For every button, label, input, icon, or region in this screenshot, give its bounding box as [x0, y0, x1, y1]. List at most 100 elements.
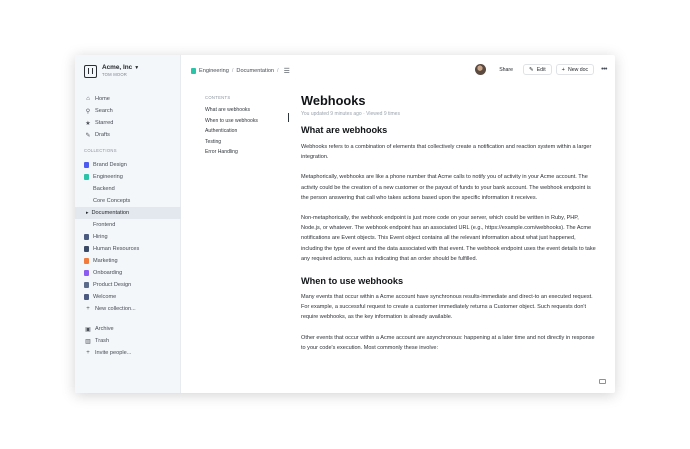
breadcrumb-document[interactable]: Documentation	[236, 68, 274, 74]
keyboard-icon[interactable]	[599, 379, 606, 384]
app-window: Acme, Inc ▼ TOM MOOR ⌂ Home ⚲ Search ★ Starred…	[75, 55, 615, 393]
heading-what-are-webhooks[interactable]: What are webhooks	[301, 124, 597, 136]
trash-icon: ▥	[85, 338, 91, 345]
toc-item-when-to-use-webhooks[interactable]: When to use webhooks	[205, 116, 287, 127]
sidebar-item-label: Backend	[93, 186, 115, 192]
breadcrumb: Engineering / Documentation / ☰	[191, 67, 290, 75]
top-bar: Engineering / Documentation / ☰ Share ✎ E…	[181, 55, 615, 89]
toc-item-testing[interactable]: Testing	[205, 137, 287, 148]
sidebar-item-documentation[interactable]: ▸ Documentation	[75, 207, 181, 219]
sidebar-item-product-design[interactable]: Product Design	[75, 279, 181, 291]
collections-nav: Brand Design Engineering Backend Core Conce…	[75, 159, 181, 315]
avatar[interactable]	[475, 64, 487, 75]
sidebar-item-core-concepts[interactable]: Core Concepts	[75, 195, 181, 207]
pencil-icon: ✎	[85, 132, 91, 139]
home-icon: ⌂	[86, 96, 90, 102]
sidebar-item-label: Invite people...	[95, 350, 132, 356]
breadcrumb-separator: /	[231, 68, 234, 74]
paragraph[interactable]: Metaphorically, webhooks are like a phon…	[301, 172, 597, 203]
breadcrumb-collection[interactable]: Engineering	[199, 68, 229, 74]
new-doc-button[interactable]: + New doc	[555, 64, 595, 75]
contents-menu-icon[interactable]: ☰	[284, 67, 290, 75]
sidebar-item-hiring[interactable]: Hiring	[75, 231, 181, 243]
more-menu-icon[interactable]: •••	[601, 66, 607, 73]
plus-icon: +	[86, 306, 90, 312]
sidebar-item-welcome[interactable]: Welcome	[75, 291, 181, 303]
sidebar-item-label: Documentation	[91, 210, 130, 216]
new-collection-label: New collection...	[95, 306, 136, 312]
paragraph[interactable]: Non-metaphorically, the webhook endpoint…	[301, 213, 597, 264]
archive-icon: ▣	[85, 326, 91, 333]
new-collection-button[interactable]: + New collection...	[75, 303, 181, 315]
sidebar-item-label: Home	[95, 96, 110, 102]
team-name-row: Acme, Inc ▼	[102, 64, 139, 72]
sidebar-item-home[interactable]: ⌂ Home	[75, 93, 181, 105]
sidebar-item-label: Search	[95, 108, 113, 114]
team-info: Acme, Inc ▼ TOM MOOR	[102, 64, 139, 78]
document-meta: You updated 9 minutes ago · Viewed 9 tim…	[301, 111, 400, 117]
sidebar-item-starred[interactable]: ★ Starred	[75, 117, 181, 129]
table-of-contents: CONTENTS What are webhooks When to use we…	[205, 95, 289, 158]
paragraph[interactable]: Many events that occur within a Acme acc…	[301, 292, 597, 323]
team-name: Acme, Inc	[102, 64, 133, 71]
sidebar-item-label: Trash	[95, 338, 110, 344]
collection-icon	[84, 282, 89, 288]
paragraph[interactable]: Other events that occur within a Acme ac…	[301, 333, 597, 353]
sidebar-item-label: Starred	[95, 120, 114, 126]
sidebar-item-search[interactable]: ⚲ Search	[75, 105, 181, 117]
collection-icon	[191, 68, 196, 74]
sidebar: Acme, Inc ▼ TOM MOOR ⌂ Home ⚲ Search ★ Starred…	[75, 55, 181, 393]
collection-icon	[84, 162, 89, 168]
edit-label: Edit	[536, 66, 546, 73]
caret-down-icon: ▼	[134, 65, 140, 71]
doc-actions: Share ✎ Edit + New doc •••	[475, 64, 607, 75]
sidebar-item-human-resources[interactable]: Human Resources	[75, 243, 181, 255]
sidebar-item-onboarding[interactable]: Onboarding	[75, 267, 181, 279]
paragraph[interactable]: Webhooks refers to a combination of elem…	[301, 142, 597, 162]
star-icon: ★	[85, 120, 91, 127]
sidebar-item-drafts[interactable]: ✎ Drafts	[75, 129, 181, 141]
toc-item-what-are-webhooks[interactable]: What are webhooks	[205, 105, 287, 116]
team-switcher[interactable]: Acme, Inc ▼ TOM MOOR	[84, 64, 139, 78]
sidebar-item-trash[interactable]: ▥ Trash	[75, 335, 181, 347]
plus-icon: +	[86, 350, 90, 356]
sidebar-item-label: Frontend	[93, 222, 116, 228]
primary-nav: ⌂ Home ⚲ Search ★ Starred ✎ Drafts	[75, 93, 181, 141]
toc-item-authentication[interactable]: Authentication	[205, 126, 287, 137]
breadcrumb-separator: /	[277, 68, 279, 74]
team-user: TOM MOOR	[102, 72, 128, 77]
sidebar-item-invite-people[interactable]: + Invite people...	[75, 347, 181, 359]
document: Webhooks You updated 9 minutes ago · Vie…	[301, 93, 597, 353]
sidebar-item-label: Engineering	[93, 174, 123, 180]
share-button[interactable]: Share	[493, 64, 520, 75]
sidebar-item-backend[interactable]: Backend	[75, 183, 181, 195]
sidebar-item-label: Welcome	[93, 294, 117, 300]
sidebar-item-label: Drafts	[95, 132, 110, 138]
sidebar-item-archive[interactable]: ▣ Archive	[75, 323, 181, 335]
caret-right-icon: ▸	[86, 210, 89, 216]
sidebar-item-label: Human Resources	[93, 246, 140, 252]
sidebar-item-frontend[interactable]: Frontend	[75, 219, 181, 231]
toc-item-error-handling[interactable]: Error Handling	[205, 147, 287, 158]
edit-button[interactable]: ✎ Edit	[523, 64, 552, 75]
heading-when-to-use-webhooks[interactable]: When to use webhooks	[301, 275, 597, 287]
team-logo-icon	[84, 64, 97, 78]
sidebar-item-label: Brand Design	[93, 162, 127, 168]
new-doc-label: New doc	[567, 66, 589, 73]
toc-active-indicator	[288, 113, 289, 122]
toc-label: CONTENTS	[205, 95, 231, 100]
plus-icon: +	[561, 66, 565, 73]
search-icon: ⚲	[85, 108, 91, 115]
sidebar-item-label: Hiring	[93, 234, 108, 240]
collection-icon	[84, 234, 89, 240]
collection-icon	[84, 174, 89, 180]
sidebar-item-label: Onboarding	[93, 270, 123, 276]
sidebar-item-engineering[interactable]: Engineering	[75, 171, 181, 183]
sidebar-item-label: Marketing	[93, 258, 118, 264]
toc-items: What are webhooks When to use webhooks Aut…	[205, 105, 289, 158]
document-title[interactable]: Webhooks	[301, 93, 597, 109]
sidebar-item-brand-design[interactable]: Brand Design	[75, 159, 181, 171]
sidebar-item-label: Archive	[95, 326, 114, 332]
collection-icon	[84, 294, 89, 300]
sidebar-item-marketing[interactable]: Marketing	[75, 255, 181, 267]
